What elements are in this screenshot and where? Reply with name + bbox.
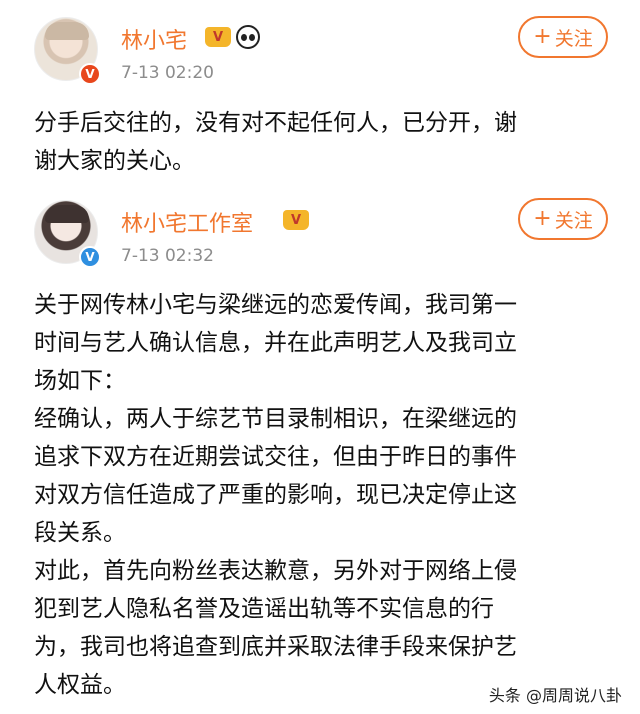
text-line: 分手后交往的，没有对不起任何人，已分开，谢: [34, 110, 517, 136]
follow-button[interactable]: + 关注: [518, 16, 608, 58]
username[interactable]: 林小宅: [121, 23, 187, 55]
panda-icon: [236, 25, 260, 49]
text-line: 场如下：: [34, 368, 126, 394]
crown-icon: V: [283, 210, 309, 230]
verified-icon: V: [79, 246, 101, 268]
follow-label: 关注: [554, 27, 593, 50]
text-line: 经确认，两人于综艺节目录制相识，在梁继远的: [34, 406, 517, 432]
plus-icon: +: [533, 24, 552, 49]
weibo-post-1: V 林小宅 V 7-13 02:20 + 关注 分手后交往的，没有对不起任何人，…: [0, 0, 640, 184]
verified-icon: V: [79, 63, 101, 85]
post-text: 分手后交往的，没有对不起任何人，已分开，谢 谢大家的关心。: [34, 104, 614, 180]
source-watermark: 头条 @周周说八卦: [488, 686, 622, 705]
text-line: 时间与艺人确认信息，并在此声明艺人及我司立: [34, 330, 517, 356]
text-line: 对此，首先向粉丝表达歉意，另外对于网络上侵: [34, 558, 517, 584]
post-timestamp: 7-13 02:32: [121, 246, 214, 266]
text-line: 追求下双方在近期尝试交往，但由于昨日的事件: [34, 444, 517, 470]
plus-icon: +: [533, 206, 552, 231]
text-line: 对双方信任造成了严重的影响，现已决定停止这: [34, 482, 517, 508]
text-line: 关于网传林小宅与梁继远的恋爱传闻，我司第一: [34, 292, 517, 318]
follow-label: 关注: [554, 209, 593, 232]
text-line: 谢大家的关心。: [34, 148, 195, 174]
weibo-post-2: V 林小宅工作室 V 7-13 02:32 + 关注 关于网传林小宅与梁继远的恋…: [0, 184, 640, 714]
text-line: 段关系。: [34, 520, 126, 546]
text-line: 为，我司也将追查到底并采取法律手段来保护艺: [34, 634, 517, 660]
post-text: 关于网传林小宅与梁继远的恋爱传闻，我司第一 时间与艺人确认信息，并在此声明艺人及…: [34, 286, 614, 704]
follow-button[interactable]: + 关注: [518, 198, 608, 240]
post-timestamp: 7-13 02:20: [121, 63, 214, 83]
username[interactable]: 林小宅工作室: [121, 206, 253, 238]
text-line: 犯到艺人隐私名誉及造谣出轨等不实信息的行: [34, 596, 494, 622]
crown-icon: V: [205, 27, 231, 47]
